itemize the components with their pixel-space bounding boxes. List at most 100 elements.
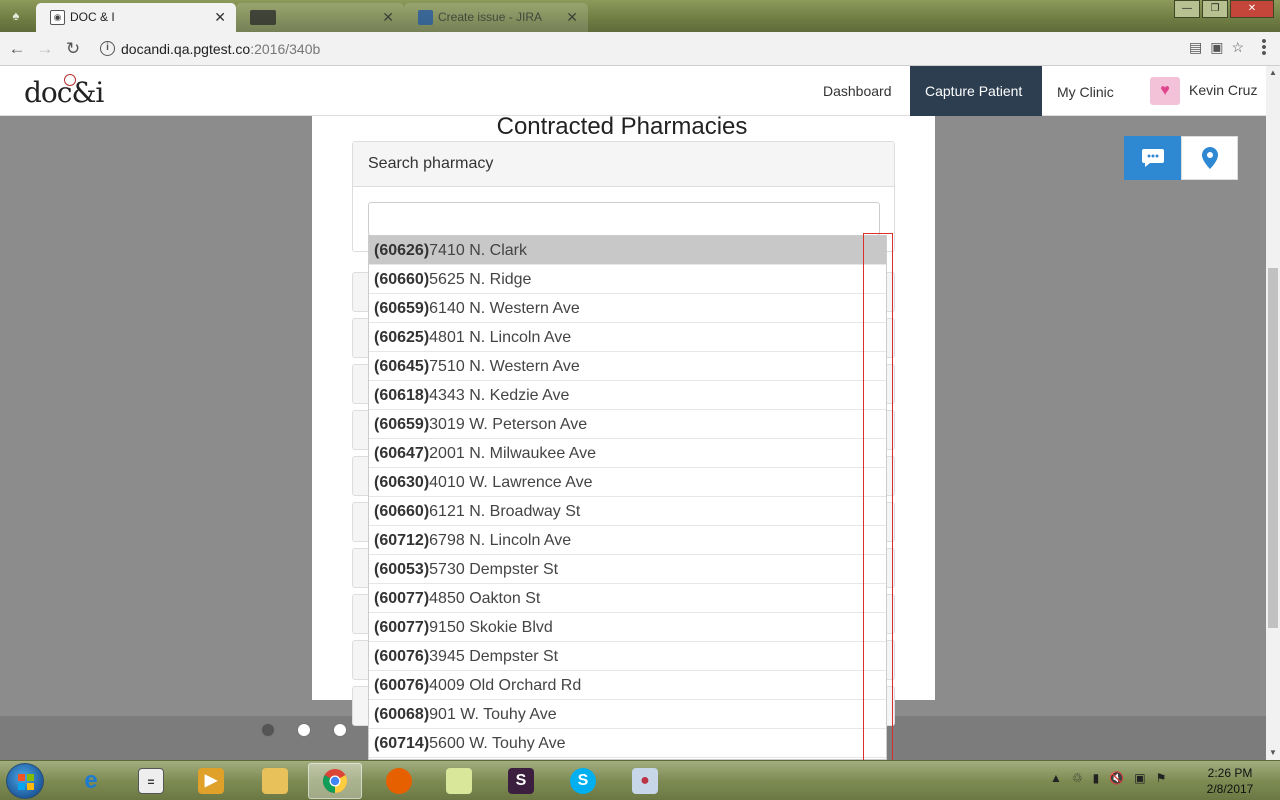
pharmacy-option[interactable]: (60630)4010 W. Lawrence Ave — [369, 468, 886, 497]
nav-dashboard[interactable]: Dashboard — [823, 66, 892, 116]
translate-icon[interactable]: ▣ — [1210, 39, 1223, 56]
pharmacy-option[interactable]: (60714)5600 W. Touhy Ave — [369, 729, 886, 758]
back-icon[interactable]: ← — [6, 38, 28, 60]
owl-logo-icon — [64, 74, 76, 86]
internet-explorer-icon[interactable]: e — [64, 763, 118, 799]
pharmacy-address: 4010 W. Lawrence Ave — [429, 474, 593, 491]
windows-taskbar: e = ▶ S S ● ▲ ♲ ▮ 🔇 ▣ ⚑ 2:26 PM 2/8/2017 — [0, 760, 1280, 800]
tab-title: Create issue - JIRA — [438, 10, 543, 24]
network-share-icon[interactable]: ♲ — [1072, 771, 1083, 785]
pharmacy-option[interactable]: (60659)6140 N. Western Ave — [369, 294, 886, 323]
avatar[interactable]: ♥ — [1150, 77, 1180, 105]
map-pin-icon — [1201, 147, 1218, 169]
favicon-icon: ◉ — [50, 10, 65, 25]
pharmacy-option[interactable]: (60626)7410 N. Clark — [369, 236, 886, 265]
action-center-icon[interactable]: ⚑ — [1156, 771, 1167, 785]
display-icon[interactable]: ▣ — [1134, 771, 1145, 785]
favicon-icon — [250, 10, 276, 25]
paint-icon[interactable]: ● — [618, 763, 672, 799]
close-icon[interactable]: ✕ — [1230, 0, 1274, 18]
tray-expand-icon[interactable]: ▲ — [1050, 771, 1062, 785]
pharmacy-address: 5730 Dempster St — [429, 561, 559, 578]
user-name[interactable]: Kevin Cruz — [1189, 82, 1257, 98]
reload-icon[interactable]: ↻ — [62, 38, 84, 60]
nav-my-clinic[interactable]: My Clinic — [1057, 67, 1114, 117]
pharmacy-option[interactable]: (60053)5730 Dempster St — [369, 555, 886, 584]
chat-button[interactable] — [1124, 136, 1181, 180]
pharmacy-address: 5600 W. Touhy Ave — [429, 735, 566, 752]
pharmacy-option[interactable]: (60660)5625 N. Ridge — [369, 265, 886, 294]
pharmacy-address: 5625 N. Ridge — [429, 271, 532, 288]
pharmacy-option[interactable]: (60647)2001 N. Milwaukee Ave — [369, 439, 886, 468]
bookmark-star-icon[interactable]: ☆ — [1231, 39, 1244, 56]
pharmacy-zip: (60647) — [374, 445, 430, 462]
forward-icon[interactable]: → — [34, 38, 56, 60]
carousel-dot[interactable] — [333, 723, 347, 737]
volume-mute-icon[interactable]: 🔇 — [1109, 771, 1124, 785]
pharmacy-zip: (60714) — [374, 735, 430, 752]
info-icon[interactable]: i — [100, 41, 115, 56]
carousel-dot[interactable] — [297, 723, 311, 737]
pharmacy-address: 4801 N. Lincoln Ave — [429, 329, 572, 346]
pharmacy-option[interactable]: (60659)3019 W. Peterson Ave — [369, 410, 886, 439]
pharmacy-zip: (60077) — [374, 590, 430, 607]
calculator-icon[interactable]: = — [124, 763, 178, 799]
pharmacy-address: 4343 N. Kedzie Ave — [429, 387, 570, 404]
taskbar-clock[interactable]: 2:26 PM 2/8/2017 — [1200, 765, 1260, 797]
pharmacy-option[interactable]: (60645)7510 N. Western Ave — [369, 352, 886, 381]
page-scrollbar[interactable]: ▲ ▼ — [1266, 66, 1280, 760]
site-header: doc&i Dashboard Capture Patient My Clini… — [0, 66, 1266, 116]
tab-doc-and-i[interactable]: ◉ DOC & I ✕ — [36, 3, 236, 32]
tab-blurred[interactable]: ✕ — [236, 3, 404, 32]
pharmacy-address: 7510 N. Western Ave — [429, 358, 580, 375]
pharmacy-autocomplete-list: (60626)7410 N. Clark (60660)5625 N. Ridge… — [368, 235, 887, 760]
tab-close-icon[interactable]: ✕ — [214, 3, 226, 31]
pharmacy-zip: (60053) — [374, 561, 430, 578]
scroll-down-icon[interactable]: ▼ — [1266, 746, 1280, 760]
browser-tabstrip: ♠ ◉ DOC & I ✕ ✕ Create issue - JIRA ✕ — … — [0, 0, 1280, 32]
tab-close-icon[interactable]: ✕ — [382, 3, 394, 31]
pharmacy-option[interactable]: (60625)4801 N. Lincoln Ave — [369, 323, 886, 352]
start-button[interactable] — [6, 763, 44, 799]
pharmacy-address: 3019 W. Peterson Ave — [429, 416, 588, 433]
pharmacy-option[interactable]: (60618)4343 N. Kedzie Ave — [369, 381, 886, 410]
windows-logo-icon — [18, 774, 34, 790]
chat-bubble-icon — [1141, 149, 1164, 167]
pharmacy-zip: (60068) — [374, 706, 430, 723]
location-button[interactable] — [1181, 136, 1238, 180]
pharmacy-option[interactable]: (60077)9150 Skokie Blvd — [369, 613, 886, 642]
chrome-icon[interactable] — [308, 763, 362, 799]
media-player-icon[interactable]: ▶ — [184, 763, 238, 799]
carousel-dot[interactable] — [261, 723, 275, 737]
profile-icon[interactable]: ♠ — [4, 5, 28, 27]
slack-icon[interactable]: S — [494, 763, 548, 799]
pharmacy-zip: (60618) — [374, 387, 430, 404]
minimize-icon[interactable]: — — [1174, 0, 1200, 18]
paint-roller-icon[interactable]: ▤ — [1189, 39, 1202, 56]
pharmacy-address: 4009 Old Orchard Rd — [429, 677, 582, 694]
carousel-dots — [261, 723, 347, 737]
battery-icon[interactable]: ▮ — [1093, 771, 1100, 785]
pharmacy-option[interactable]: (60076)4009 Old Orchard Rd — [369, 671, 886, 700]
restore-icon[interactable]: ❐ — [1202, 0, 1228, 18]
chrome-logo-icon — [322, 769, 348, 793]
tab-jira[interactable]: Create issue - JIRA ✕ — [404, 3, 588, 32]
pharmacy-option[interactable]: (60660)6121 N. Broadway St — [369, 497, 886, 526]
clock-date: 2/8/2017 — [1206, 782, 1254, 796]
pharmacy-search-input[interactable] — [368, 202, 880, 236]
pharmacy-option[interactable]: (60712)6798 N. Lincoln Ave — [369, 526, 886, 555]
file-explorer-icon[interactable] — [248, 763, 302, 799]
skype-icon[interactable]: S — [556, 763, 610, 799]
scroll-up-icon[interactable]: ▲ — [1266, 66, 1280, 80]
tab-close-icon[interactable]: ✕ — [566, 3, 578, 31]
address-bar[interactable]: i docandi.qa.pgtest.co:2016/340b ▤ ▣ ☆ — [92, 36, 1248, 62]
pharmacy-option[interactable]: (60077)4850 Oakton St — [369, 584, 886, 613]
nav-capture-patient[interactable]: Capture Patient — [910, 66, 1042, 116]
scrollbar-thumb[interactable] — [1268, 268, 1278, 628]
pharmacy-option[interactable]: (60076)3945 Dempster St — [369, 642, 886, 671]
pharmacy-address: 3945 Dempster St — [429, 648, 559, 665]
pharmacy-option[interactable]: (60068)901 W. Touhy Ave — [369, 700, 886, 729]
sticky-notes-icon[interactable] — [432, 763, 486, 799]
firefox-icon[interactable] — [372, 763, 426, 799]
menu-icon[interactable]: • • • — [1260, 34, 1268, 61]
